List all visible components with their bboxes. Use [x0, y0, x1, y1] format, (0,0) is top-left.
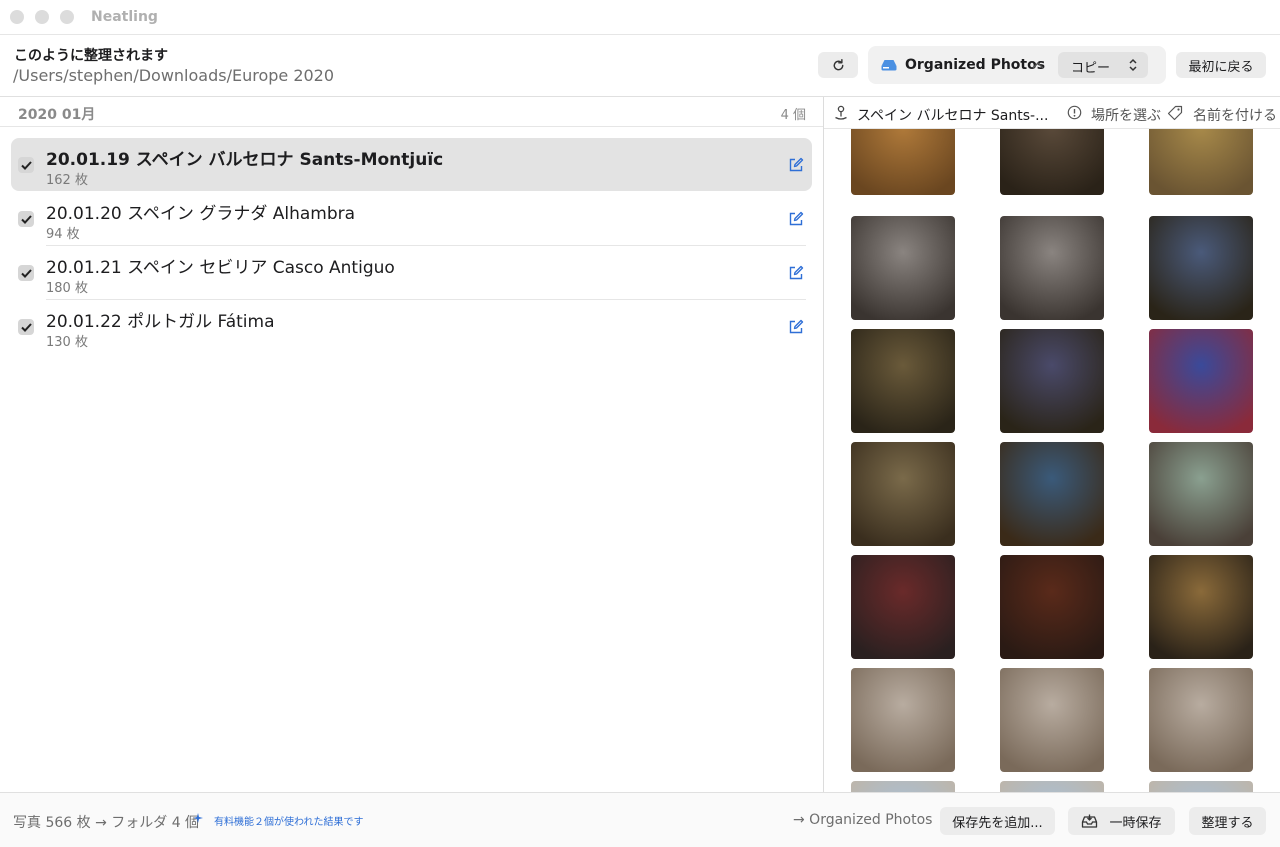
mode-label: コピー	[1071, 61, 1111, 76]
tray-download-icon	[1082, 814, 1098, 828]
photo-thumbnail[interactable]	[1149, 329, 1253, 433]
footer: 写真 566 枚 → フォルダ 4 個 有料機能２個が使われた結果です → Or…	[0, 792, 1280, 847]
chevron-up-icon[interactable]	[1032, 61, 1044, 69]
folder-title: 20.01.20 スペイン グラナダ Alhambra	[46, 204, 356, 224]
photo-thumbnail[interactable]	[851, 781, 955, 792]
folder-checkbox[interactable]	[18, 319, 34, 335]
folder-count: 94 枚	[46, 227, 80, 242]
photo-thumbnail[interactable]	[1149, 668, 1253, 772]
folder-checkbox[interactable]	[18, 157, 34, 173]
sparkle-icon	[193, 813, 203, 823]
folder-row[interactable]: 20.01.21 スペイン セビリア Casco Antiguo 180 枚	[11, 246, 812, 299]
window-title: Neatling	[91, 9, 158, 25]
checkmark-icon	[20, 160, 32, 170]
add-destination-button[interactable]: 保存先を追加...	[940, 807, 1055, 835]
photo-thumbnail[interactable]	[851, 555, 955, 659]
photo-thumbnail[interactable]	[1000, 668, 1104, 772]
back-to-start-button[interactable]: 最初に戻る	[1176, 52, 1266, 78]
photo-thumbnail[interactable]	[1000, 555, 1104, 659]
folder-title: 20.01.22 ポルトガル Fátima	[46, 312, 275, 332]
photo-thumbnail[interactable]	[851, 442, 955, 546]
month-label: 2020 01月	[18, 107, 96, 123]
destination-summary: → Organized Photos	[793, 812, 933, 828]
folder-count: 180 枚	[46, 281, 88, 296]
location-label: スペイン バルセロナ Sants-...	[857, 108, 1049, 124]
updown-chevron-icon	[1129, 58, 1137, 72]
month-count: 4 個	[780, 108, 806, 123]
stash-label: 一時保存	[1109, 815, 1162, 831]
edit-icon[interactable]	[788, 265, 804, 281]
photo-thumbnail[interactable]	[1000, 781, 1104, 792]
minimize-window-button[interactable]	[35, 10, 49, 24]
photo-thumbnail[interactable]	[1149, 442, 1253, 546]
photo-thumbnail[interactable]	[1000, 329, 1104, 433]
preview-toolbar: スペイン バルセロナ Sants-... 場所を選ぶ 名前を付ける	[824, 97, 1280, 129]
photo-thumbnail[interactable]	[1149, 216, 1253, 320]
edit-icon[interactable]	[788, 319, 804, 335]
stash-button[interactable]: 一時保存	[1068, 807, 1175, 835]
photo-thumbnail[interactable]	[1000, 442, 1104, 546]
refresh-icon	[833, 58, 843, 70]
folder-row[interactable]: 20.01.20 スペイン グラナダ Alhambra 94 枚	[11, 192, 812, 245]
name-button[interactable]: 名前を付ける	[1193, 105, 1277, 125]
photo-thumbnail[interactable]	[851, 329, 955, 433]
destination-label: Organized Photos	[905, 57, 1046, 73]
folder-count: 162 枚	[46, 173, 88, 188]
folder-checkbox[interactable]	[18, 211, 34, 227]
header: このように整理されます /Users/stephen/Downloads/Eur…	[0, 35, 1280, 97]
title-bar: Neatling	[0, 0, 1280, 35]
folder-checkbox[interactable]	[18, 265, 34, 281]
destination-selector[interactable]: Organized Photos コピー	[868, 46, 1166, 84]
summary-text: 写真 566 枚 → フォルダ 4 個	[13, 815, 200, 831]
checkmark-icon	[20, 322, 32, 332]
checkmark-icon	[20, 214, 32, 224]
source-path: /Users/stephen/Downloads/Europe 2020	[13, 66, 335, 85]
photo-thumbnail[interactable]	[1000, 216, 1104, 320]
photo-preview-panel: スペイン バルセロナ Sants-... 場所を選ぶ 名前を付ける	[824, 97, 1280, 792]
tag-icon[interactable]	[1167, 105, 1183, 121]
folder-row[interactable]: 20.01.19 スペイン バルセロナ Sants-Montjuïc 162 枚	[11, 138, 812, 191]
photo-thumbnail[interactable]	[851, 216, 955, 320]
paid-features-note[interactable]: 有料機能２個が使われた結果です	[214, 813, 364, 828]
mode-select[interactable]: コピー	[1058, 52, 1148, 78]
info-circle-icon[interactable]	[1067, 105, 1082, 120]
checkmark-icon	[20, 268, 32, 278]
photo-thumbnail[interactable]	[851, 668, 955, 772]
refresh-button[interactable]	[818, 52, 858, 78]
zoom-window-button[interactable]	[60, 10, 74, 24]
drive-icon	[881, 60, 897, 71]
organize-button[interactable]: 整理する	[1189, 807, 1266, 835]
photo-grid[interactable]	[824, 97, 1280, 792]
photo-thumbnail[interactable]	[1149, 555, 1253, 659]
folder-count: 130 枚	[46, 335, 88, 350]
edit-icon[interactable]	[788, 211, 804, 227]
divider	[0, 126, 823, 127]
folder-title: 20.01.19 スペイン バルセロナ Sants-Montjuïc	[46, 150, 444, 170]
location-pin-icon	[835, 105, 847, 120]
folder-list-panel: 2020 01月 4 個 20.01.19 スペイン バルセロナ Sants-M…	[0, 97, 823, 792]
photo-thumbnail[interactable]	[1149, 781, 1253, 792]
choose-place-button[interactable]: 場所を選ぶ	[1091, 105, 1161, 125]
folder-title: 20.01.21 スペイン セビリア Casco Antiguo	[46, 258, 395, 278]
edit-icon[interactable]	[788, 157, 804, 173]
close-window-button[interactable]	[10, 10, 24, 24]
folder-row[interactable]: 20.01.22 ポルトガル Fátima 130 枚	[11, 300, 812, 353]
header-title: このように整理されます	[14, 48, 168, 64]
